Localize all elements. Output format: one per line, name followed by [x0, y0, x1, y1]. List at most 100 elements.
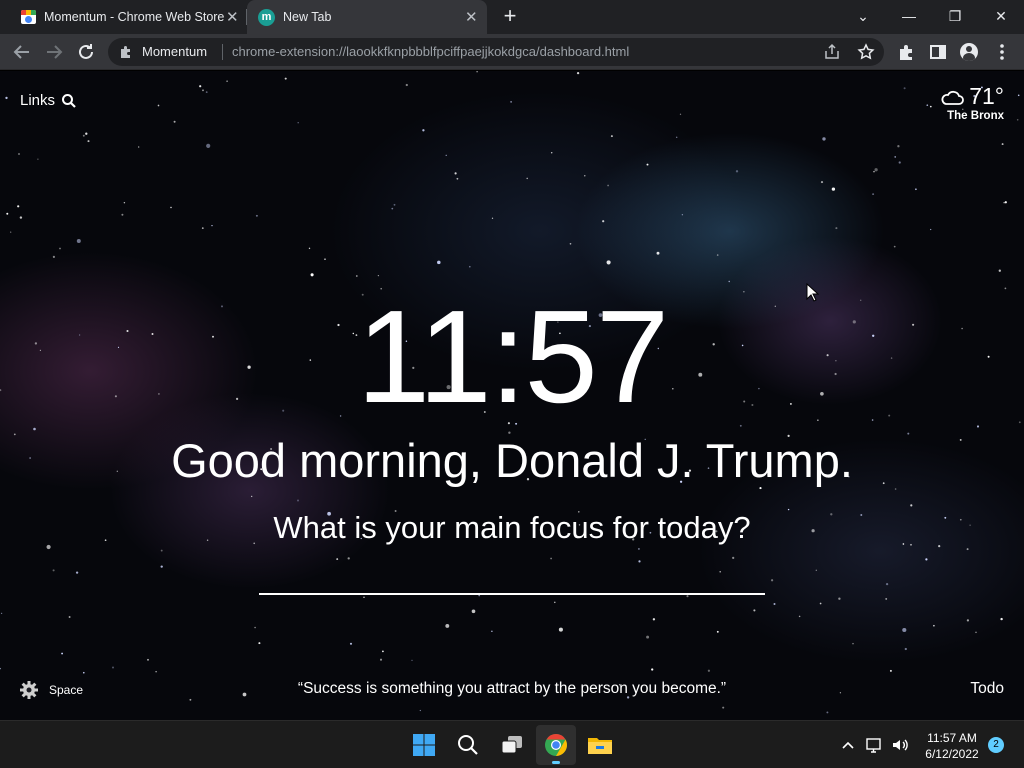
star: [904, 647, 907, 651]
star: [284, 77, 287, 80]
star: [355, 275, 358, 277]
star: [930, 228, 932, 231]
star: [576, 71, 580, 75]
back-button[interactable]: [10, 40, 34, 64]
search-icon[interactable]: [61, 93, 77, 109]
show-hidden-icons-button[interactable]: [838, 735, 858, 755]
star: [798, 615, 801, 618]
star: [707, 669, 711, 672]
network-button[interactable]: [864, 735, 884, 755]
close-tab-icon[interactable]: ✕: [465, 8, 478, 26]
star: [831, 187, 836, 191]
star: [382, 650, 384, 653]
address-bar[interactable]: Momentum chrome-extension://laookkfknpbb…: [108, 38, 884, 66]
tab-new-tab[interactable]: m New Tab ✕: [247, 0, 487, 34]
star: [885, 582, 889, 586]
star: [872, 193, 875, 196]
star: [173, 120, 176, 123]
menu-button[interactable]: [990, 40, 1014, 64]
star: [902, 543, 905, 545]
forward-button[interactable]: [42, 40, 66, 64]
tab-title: New Tab: [283, 10, 332, 24]
taskbar-search-button[interactable]: [448, 725, 488, 765]
reload-button[interactable]: [74, 40, 98, 64]
star: [610, 135, 613, 138]
reload-icon: [79, 44, 93, 59]
star: [347, 557, 350, 560]
star: [0, 667, 1, 670]
volume-button[interactable]: [890, 735, 910, 755]
bookmark-button[interactable]: [856, 42, 876, 62]
chevron-up-icon: [842, 741, 854, 749]
star: [915, 188, 917, 191]
daily-quote[interactable]: “Success is something you attract by the…: [0, 680, 1024, 698]
star: [52, 255, 56, 258]
windows-logo-icon: [413, 734, 435, 756]
star: [646, 163, 649, 166]
side-panel-button[interactable]: [926, 40, 950, 64]
star: [606, 260, 611, 265]
star: [966, 619, 970, 622]
greeting: Good morning, Donald J. Trump.: [171, 434, 853, 487]
omnibox-separator: [222, 44, 223, 60]
star: [679, 113, 682, 115]
momentum-dashboard: Links 71° The Bronx 11:57 Good morning, …: [0, 71, 1024, 720]
active-app-indicator: [552, 761, 560, 764]
star: [59, 247, 61, 250]
weather-widget[interactable]: 71° The Bronx: [939, 83, 1004, 122]
profile-avatar[interactable]: [960, 43, 978, 61]
taskbar-chrome[interactable]: [536, 725, 576, 765]
star: [202, 89, 204, 92]
share-icon: [825, 43, 839, 59]
star: [254, 626, 256, 629]
star: [491, 630, 493, 632]
star: [37, 158, 39, 160]
system-clock[interactable]: 11:57 AM 6/12/2022: [914, 730, 990, 762]
star: [13, 433, 16, 436]
new-tab-button[interactable]: +: [498, 4, 522, 28]
restore-button[interactable]: ❐: [932, 0, 978, 34]
star: [476, 71, 478, 73]
tab-momentum-web-store[interactable]: Momentum - Chrome Web Store ✕: [8, 0, 246, 34]
network-icon: [866, 738, 881, 753]
star: [874, 168, 878, 172]
browser-toolbar: Momentum chrome-extension://laookkfknpbb…: [0, 34, 1024, 70]
close-tab-icon[interactable]: ✕: [226, 8, 239, 26]
extensions-button[interactable]: [894, 40, 918, 64]
star: [1000, 617, 1003, 621]
star: [822, 137, 826, 141]
taskbar-file-explorer[interactable]: [580, 725, 620, 765]
task-view-button[interactable]: [492, 725, 532, 765]
extension-chip-label: Momentum: [142, 44, 208, 59]
star: [393, 203, 396, 206]
star: [211, 224, 213, 227]
focus-prompt: What is your main focus for today?: [273, 510, 751, 545]
star: [735, 170, 739, 173]
share-button[interactable]: [822, 42, 842, 62]
todo-button[interactable]: Todo: [970, 680, 1004, 698]
star: [675, 136, 678, 139]
main-focus-input[interactable]: [259, 561, 765, 595]
screen: Momentum - Chrome Web Store ✕ m New Tab …: [0, 0, 1024, 768]
links-button[interactable]: Links: [20, 92, 77, 109]
notification-badge[interactable]: 2: [988, 737, 1004, 753]
star: [82, 134, 85, 137]
star: [933, 624, 935, 627]
back-arrow-icon: [13, 45, 29, 59]
star: [17, 205, 20, 208]
star: [820, 181, 824, 184]
star: [255, 214, 258, 217]
minimize-button[interactable]: —: [886, 0, 932, 34]
star: [445, 154, 447, 156]
tab-title: Momentum - Chrome Web Store: [44, 10, 224, 24]
close-window-button[interactable]: ✕: [978, 0, 1024, 34]
star: [646, 635, 650, 639]
star: [422, 129, 425, 132]
start-button[interactable]: [404, 725, 444, 765]
star: [85, 132, 88, 135]
tab-search-button[interactable]: ⌄: [840, 0, 886, 34]
star: [76, 239, 81, 243]
url-text[interactable]: chrome-extension://laookkfknpbbblfpciffp…: [232, 44, 629, 59]
star: [5, 96, 8, 100]
star: [569, 242, 572, 245]
